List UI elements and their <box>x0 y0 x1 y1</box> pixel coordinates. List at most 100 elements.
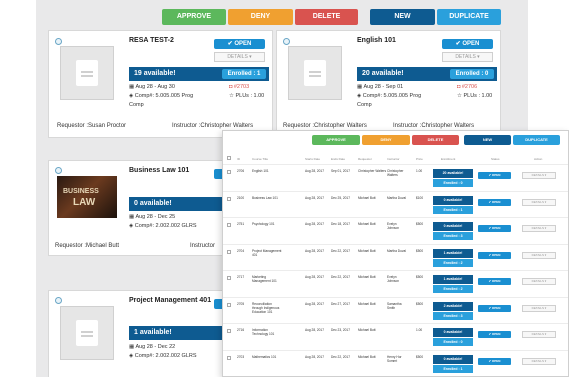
delete-button[interactable]: DELETE <box>412 135 459 145</box>
comp-text: Comp#: 5.005.005 Prog <box>362 93 422 99</box>
plus-text: PLUs : 1.00 <box>463 93 493 99</box>
price: $500 <box>416 275 424 279</box>
settings-icon[interactable] <box>55 38 62 45</box>
details-dropdown[interactable]: DETAILS ▾ <box>522 304 556 312</box>
course-title: Project Management 401 <box>129 297 212 304</box>
enrolled-badge: Enrolled : 0 <box>433 338 473 346</box>
comp-continued: Comp <box>357 102 372 108</box>
course-title[interactable]: Reconciliation through Indigenous Educat… <box>252 302 282 314</box>
table-row[interactable]: 2703 Mathematics 101 Aug 28, 2017 Dec 22, 2… <box>223 349 568 376</box>
open-button[interactable]: ✔ OPEN <box>478 304 511 312</box>
details-label: DETAILS <box>531 226 544 230</box>
instructor: Instructor :Christopher Walters <box>172 123 253 129</box>
enrolled-badge: Enrolled : 0 <box>450 69 494 79</box>
table-row[interactable]: 2706 English 101 Aug 28, 2017 Sep 01, 2017 C… <box>223 164 568 190</box>
price: $100 <box>416 195 424 200</box>
open-button[interactable]: ✔ OPEN <box>478 278 511 285</box>
settings-icon[interactable] <box>55 167 62 174</box>
new-button[interactable]: NEW <box>370 9 435 25</box>
start-date: Aug 28, 2017 <box>305 328 324 332</box>
row-checkbox[interactable] <box>227 355 231 360</box>
details-dropdown[interactable]: DETAILS ▾ <box>522 357 556 365</box>
availability-badge: 0 available! <box>433 328 473 337</box>
table-row[interactable]: 2751 Psychology 101 Aug 28, 2017 Dec 18, 20… <box>223 217 568 243</box>
open-button[interactable]: ✔ OPEN <box>478 225 511 232</box>
open-button[interactable]: ✔ OPEN <box>214 39 265 49</box>
shield-icon: ◈ <box>129 93 134 99</box>
table-row[interactable]: 2704 Project Management 401 Aug 28, 2017 De… <box>223 243 568 270</box>
details-dropdown[interactable]: DETAILS ▾ <box>522 172 556 179</box>
instructor: Evelyn Johnson <box>387 222 400 230</box>
course-title[interactable]: Mathematics 101 <box>252 355 282 359</box>
new-button[interactable]: NEW <box>464 135 511 145</box>
deny-button[interactable]: DENY <box>362 135 410 145</box>
date-range: ▦ Aug 28 - Sep 01 <box>357 84 403 90</box>
settings-icon[interactable] <box>55 297 62 304</box>
details-dropdown[interactable]: DETAILS ▾ <box>442 52 493 62</box>
course-id: 2717 <box>237 275 245 279</box>
approve-button[interactable]: APPROVE <box>312 135 360 145</box>
requestor-label: Requestor : <box>283 123 315 129</box>
course-title[interactable]: Project Management 401 <box>252 249 282 257</box>
column-header: Enrollment <box>441 157 456 161</box>
column-header: ID <box>237 157 240 161</box>
course-title[interactable]: Psychology 101 <box>252 222 282 226</box>
table-row[interactable]: 2100 Business Law 101 Aug 28, 2017 Dec 25, … <box>223 190 568 217</box>
open-button[interactable]: ✔ OPEN <box>478 251 511 259</box>
availability-badge: 1 available! <box>433 248 473 258</box>
details-dropdown[interactable]: DETAILS ▾ <box>214 52 265 62</box>
course-title: RESA TEST-2 <box>129 37 174 44</box>
end-date: Dec 25, 2017 <box>331 195 350 200</box>
deny-button[interactable]: DENY <box>228 9 293 25</box>
course-code: ◘ #2703 <box>229 84 249 90</box>
price: $500 <box>416 354 424 359</box>
details-dropdown[interactable]: DETAILS ▾ <box>522 331 556 338</box>
course-title[interactable]: Business Law 101 <box>252 196 282 200</box>
row-checkbox[interactable] <box>227 276 231 280</box>
start-date: Aug 28, 2017 <box>305 301 324 306</box>
row-checkbox[interactable] <box>227 329 231 333</box>
column-header: Course Title <box>252 157 269 161</box>
course-title[interactable]: English 101 <box>252 169 282 173</box>
duplicate-button[interactable]: DUPLICATE <box>437 9 501 25</box>
instructor: Instructor :Christopher Walters <box>393 123 474 129</box>
open-button[interactable]: ✔ OPEN <box>478 198 511 206</box>
select-all-checkbox[interactable] <box>227 156 231 160</box>
document-icon <box>304 60 326 86</box>
open-button[interactable]: ✔ OPEN <box>478 172 511 179</box>
course-id: 2100 <box>237 195 245 200</box>
price: $500 <box>416 248 424 253</box>
details-dropdown[interactable]: DETAILS ▾ <box>522 251 556 259</box>
details-dropdown[interactable]: DETAILS ▾ <box>522 198 556 206</box>
row-checkbox[interactable] <box>227 223 231 227</box>
settings-icon[interactable] <box>283 38 290 45</box>
row-checkbox[interactable] <box>227 170 231 174</box>
calendar-icon: ▦ <box>129 344 135 350</box>
course-table-panel: APPROVE DENY DELETE NEW DUPLICATE ID Cou… <box>222 130 569 377</box>
row-checkbox[interactable] <box>227 302 231 307</box>
table-row[interactable]: 2716 Information Technology 101 Aug 28, 20… <box>223 323 568 349</box>
open-button[interactable]: ✔ OPEN <box>442 39 493 49</box>
course-code-text: #2703 <box>233 84 250 90</box>
availability-text: 19 available! <box>134 70 176 77</box>
duplicate-button[interactable]: DUPLICATE <box>513 135 560 145</box>
details-dropdown[interactable]: DETAILS ▾ <box>522 278 556 285</box>
approve-button[interactable]: APPROVE <box>162 9 226 25</box>
calendar-icon: ▦ <box>129 84 135 90</box>
table-row[interactable]: 2705 Reconciliation through Indigenous Ed… <box>223 296 568 323</box>
delete-button[interactable]: DELETE <box>295 9 358 25</box>
shield-icon: ◈ <box>129 223 134 229</box>
end-date: Dec 22, 2017 <box>331 248 350 253</box>
row-checkbox[interactable] <box>227 196 231 201</box>
course-title[interactable]: Marketing Management 101 <box>252 275 282 283</box>
course-title[interactable]: Information Technology 101 <box>252 328 282 336</box>
open-button[interactable]: ✔ OPEN <box>478 357 511 365</box>
details-dropdown[interactable]: DETAILS ▾ <box>522 225 556 232</box>
course-thumbnail <box>288 46 342 100</box>
table-row[interactable]: 2717 Marketing Management 101 Aug 28, 2017… <box>223 270 568 296</box>
row-checkbox[interactable] <box>227 249 231 254</box>
enrolled-badge: Enrolled : 3 <box>433 311 473 320</box>
details-label: DETAILS <box>531 332 544 336</box>
open-button[interactable]: ✔ OPEN <box>478 331 511 338</box>
date-range: ▦ Aug 28 - Aug 30 <box>129 84 175 90</box>
